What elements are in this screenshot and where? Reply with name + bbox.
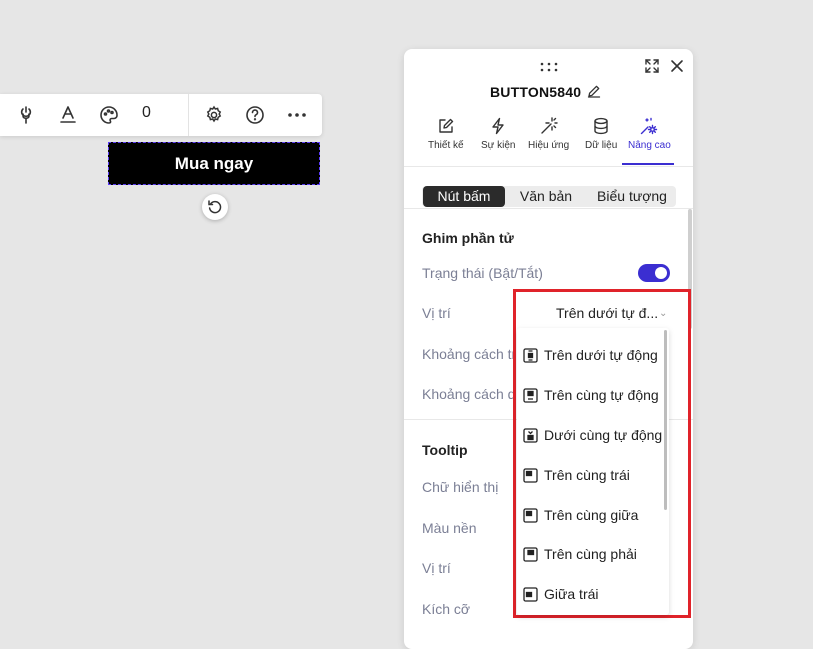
text-format-icon[interactable] xyxy=(56,103,80,127)
option-giua-trai[interactable]: Giữa trái xyxy=(523,583,599,605)
option-label: Dưới cùng tự động xyxy=(544,427,663,443)
pin-distance-bottom-label: Khoảng cách d xyxy=(422,386,516,402)
link-icon[interactable] xyxy=(14,103,38,127)
pin-position-label: Vị trí xyxy=(422,305,451,321)
tab-label: Sự kiện xyxy=(481,140,516,151)
option-tren-cung-trai[interactable]: Trên cùng trái xyxy=(523,464,630,486)
more-icon[interactable] xyxy=(285,103,309,127)
expand-icon[interactable] xyxy=(645,59,659,73)
database-icon xyxy=(594,117,608,135)
option-label: Trên cùng trái xyxy=(544,467,630,483)
element-title: BUTTON5840 xyxy=(490,84,582,100)
magic-wand-icon xyxy=(540,117,558,134)
close-icon[interactable] xyxy=(670,59,684,73)
pin-top-left-icon xyxy=(523,467,538,483)
position-dropdown-list: Trên dưới tự động Trên cùng tự động Dưới… xyxy=(517,328,669,615)
canvas-buy-button[interactable]: Mua ngay xyxy=(108,142,320,185)
drag-handle-icon[interactable] xyxy=(539,59,559,72)
pin-top-right-icon xyxy=(523,546,538,562)
toolbar-count: 0 xyxy=(142,104,151,121)
pin-section-title: Ghim phần tử xyxy=(422,230,514,246)
palette-icon[interactable] xyxy=(97,103,121,127)
pin-status-label: Trạng thái (Bật/Tắt) xyxy=(422,265,543,281)
tab-label: Hiệu ứng xyxy=(528,140,570,151)
option-tren-cung-giua[interactable]: Trên cùng giữa xyxy=(523,504,638,526)
tab-du-lieu[interactable]: Dữ liệu xyxy=(585,117,617,151)
option-tren-cung-tu-dong[interactable]: Trên cùng tự động xyxy=(523,384,659,406)
segment-van-ban[interactable]: Văn bản xyxy=(512,186,580,207)
pin-bottom-icon xyxy=(523,427,538,443)
pin-top-icon xyxy=(523,387,538,403)
pencil-square-icon xyxy=(439,118,453,133)
option-tren-cung-phai[interactable]: Trên cùng phải xyxy=(523,543,637,565)
option-label: Trên cùng phải xyxy=(544,546,637,562)
tabs-divider xyxy=(404,166,693,167)
panel-tabs: Thiết kế Sự kiện Hiệu ứng Dữ liệu Nâng c… xyxy=(422,117,682,165)
tab-nang-cao[interactable]: Nâng cao xyxy=(628,117,671,151)
option-label: Giữa trái xyxy=(544,586,599,602)
option-label: Trên cùng tự động xyxy=(544,387,659,403)
tooltip-position-label: Vị trí xyxy=(422,560,451,576)
toolbar-divider xyxy=(188,94,189,136)
tooltip-text-label: Chữ hiển thị xyxy=(422,479,499,495)
element-type-segmented-control: Nút bấm Văn bản Biểu tượng xyxy=(422,186,676,207)
tab-hieu-ung[interactable]: Hiệu ứng xyxy=(528,117,569,151)
tooltip-bg-label: Màu nền xyxy=(422,520,477,536)
bolt-icon xyxy=(492,117,504,135)
tab-thiet-ke[interactable]: Thiết kế xyxy=(428,117,464,151)
gear-icon[interactable] xyxy=(202,103,226,127)
option-label: Trên dưới tự động xyxy=(544,347,658,363)
help-icon[interactable] xyxy=(243,103,267,127)
option-label: Trên cùng giữa xyxy=(544,507,639,523)
advanced-settings-icon xyxy=(641,117,658,135)
pin-status-toggle[interactable] xyxy=(638,264,670,282)
tab-label: Dữ liệu xyxy=(585,140,618,151)
active-tab-indicator xyxy=(622,163,674,165)
pin-top-bottom-icon xyxy=(523,347,538,363)
pin-distance-top-label: Khoảng cách tr xyxy=(422,346,517,362)
option-duoi-cung-tu-dong[interactable]: Dưới cùng tự động xyxy=(523,424,662,446)
rotate-icon[interactable] xyxy=(202,194,228,220)
dropdown-scrollbar[interactable] xyxy=(664,330,667,510)
tab-su-kien[interactable]: Sự kiện xyxy=(481,117,516,151)
element-toolbar: 0 xyxy=(0,94,322,136)
tooltip-section-title: Tooltip xyxy=(422,442,468,458)
edit-name-icon[interactable] xyxy=(587,84,601,98)
pin-top-center-icon xyxy=(523,507,538,523)
pin-middle-left-icon xyxy=(523,586,538,602)
segment-bieu-tuong[interactable]: Biểu tượng xyxy=(588,186,676,207)
section-divider xyxy=(404,208,693,209)
tab-label: Thiết kế xyxy=(428,140,464,151)
segment-nut-bam[interactable]: Nút bấm xyxy=(423,186,505,207)
tooltip-size-label: Kích cỡ xyxy=(422,601,471,617)
tab-label: Nâng cao xyxy=(628,140,671,151)
option-tren-duoi-tu-dong[interactable]: Trên dưới tự động xyxy=(523,344,658,366)
